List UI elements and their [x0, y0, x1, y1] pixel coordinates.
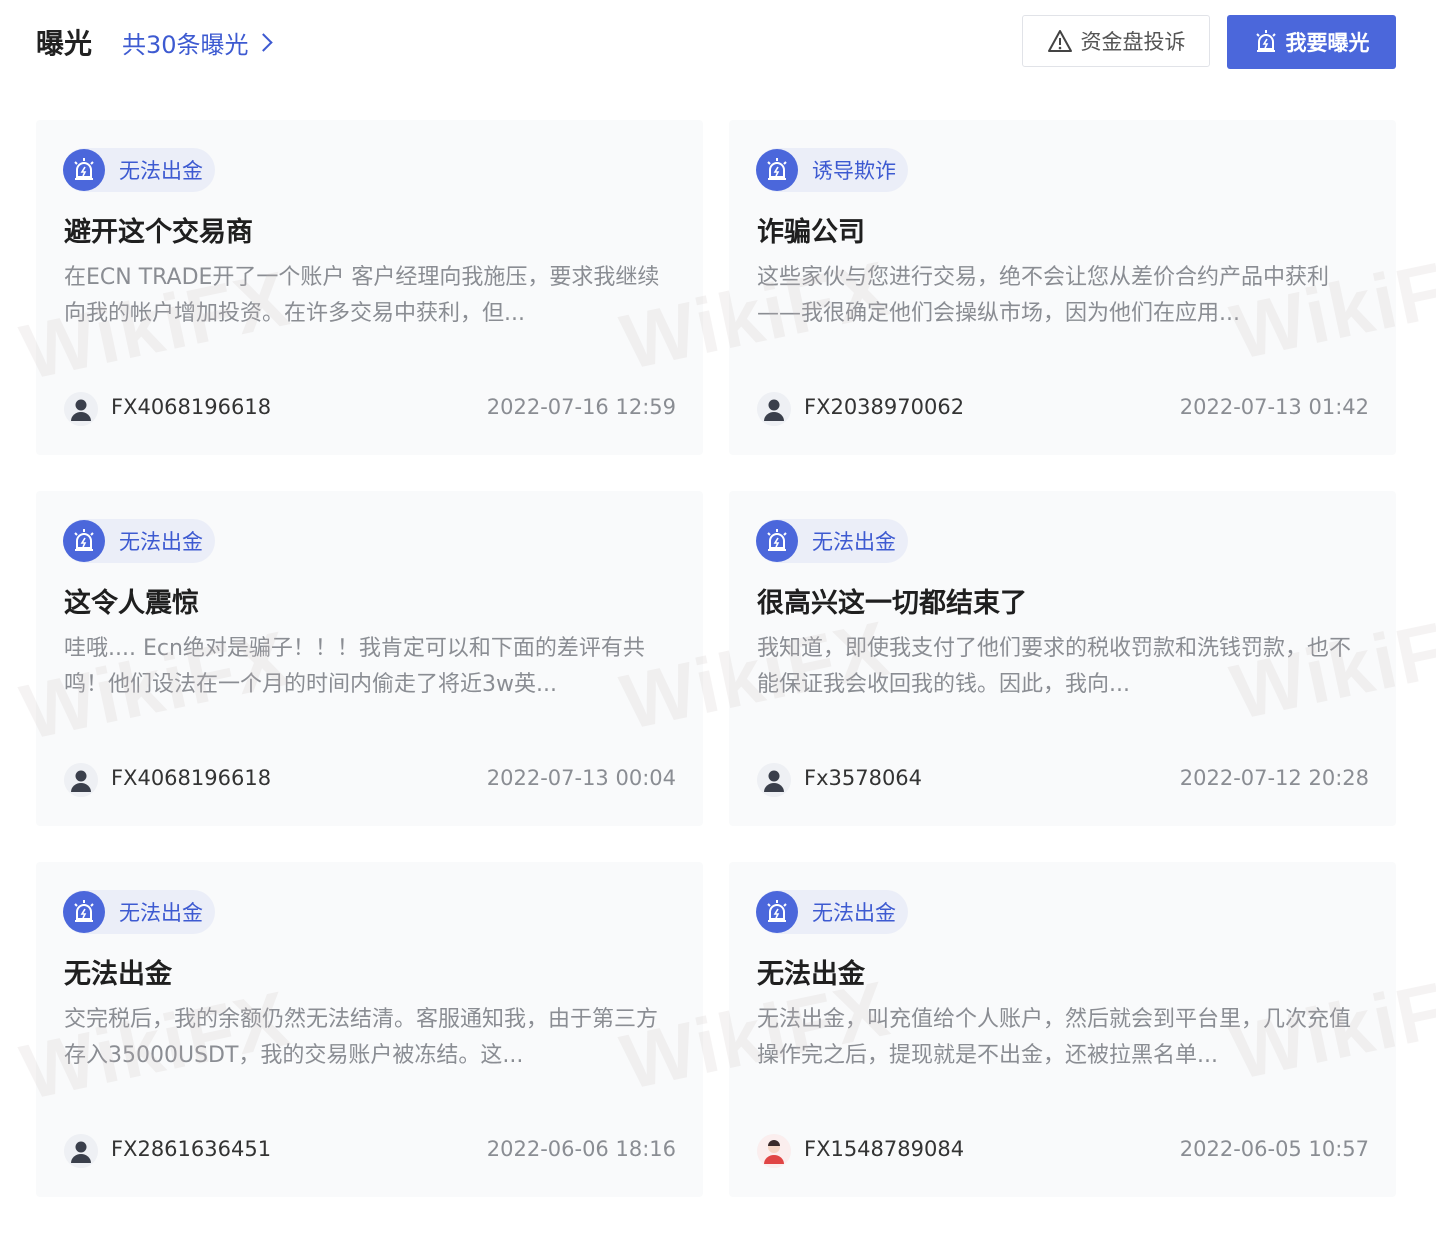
category-tag-label: 无法出金 [119, 530, 203, 554]
exposure-count-link[interactable]: 共30条曝光 [122, 25, 273, 60]
post-date: 2022-06-05 10:57 [1179, 1137, 1369, 1161]
category-tag-label: 无法出金 [812, 530, 896, 554]
post-date: 2022-06-06 18:16 [486, 1137, 676, 1161]
card-footer: FX4068196618 2022-07-13 00:04 [64, 763, 676, 799]
expose-label: 我要曝光 [1285, 31, 1370, 55]
default-avatar-icon [757, 392, 791, 426]
default-avatar-icon [64, 1134, 98, 1168]
category-tag: 无法出金 [63, 890, 215, 934]
user-id: FX2861636451 [111, 1137, 272, 1161]
post-date: 2022-07-12 20:28 [1179, 766, 1369, 790]
card-title: 很高兴这一切都结束了 [757, 588, 1027, 619]
fund-complaint-button[interactable]: 资金盘投诉 [1022, 15, 1210, 67]
user-id: FX4068196618 [111, 766, 272, 790]
user-avatar-icon [757, 1134, 791, 1168]
category-tag-label: 无法出金 [119, 159, 203, 183]
category-tag-label: 诱导欺诈 [812, 159, 896, 183]
post-date: 2022-07-13 00:04 [486, 766, 676, 790]
alarm-icon [756, 149, 798, 191]
card-footer: FX1548789084 2022-06-05 10:57 [757, 1134, 1369, 1170]
card-title: 避开这个交易商 [64, 217, 253, 248]
alarm-icon [63, 891, 105, 933]
exposure-card[interactable]: 无法出金 无法出金 无法出金，叫充值给个人账户，然后就会到平台里，几次充值操作完之后… [729, 862, 1396, 1197]
alarm-icon [756, 891, 798, 933]
card-description: 在ECN TRADE开了一个账户 客户经理向我施压，要求我继续向我的帐户增加投资… [64, 265, 660, 326]
category-tag-label: 无法出金 [812, 901, 896, 925]
card-footer: FX4068196618 2022-07-16 12:59 [64, 392, 676, 428]
user-id: FX1548789084 [804, 1137, 965, 1161]
category-tag: 无法出金 [756, 890, 908, 934]
expose-button[interactable]: 我要曝光 [1227, 15, 1396, 69]
exposure-card[interactable]: 诱导欺诈诈骗公司这些家伙与您进行交易，绝不会让您从差价合约产品中获利——我很确定… [729, 120, 1396, 455]
alarm-icon [63, 520, 105, 562]
category-tag: 无法出金 [63, 148, 215, 192]
default-avatar-icon [757, 763, 791, 797]
category-tag: 诱导欺诈 [756, 148, 908, 192]
user-id: Fx3578064 [804, 766, 923, 790]
page-header: 曝光 共30条曝光 资金盘投诉 我要曝光 [0, 0, 1436, 90]
card-description: 交完税后，我的余额仍然无法结清。客服通知我，由于第三方存入35000USDT，我… [64, 1007, 659, 1068]
category-tag: 无法出金 [756, 519, 908, 563]
card-title: 诈骗公司 [757, 217, 865, 248]
post-date: 2022-07-13 01:42 [1179, 395, 1369, 419]
card-footer: Fx3578064 2022-07-12 20:28 [757, 763, 1369, 799]
warning-icon [1047, 30, 1072, 52]
card-description: 这些家伙与您进行交易，绝不会让您从差价合约产品中获利——我很确定他们会操纵市场，… [757, 265, 1330, 326]
user-id: FX2038970062 [804, 395, 965, 419]
category-tag-label: 无法出金 [119, 901, 203, 925]
exposure-card[interactable]: 无法出金 无法出金 交完税后，我的余额仍然无法结清。客服通知我，由于第三方存入350… [36, 862, 703, 1197]
exposure-count-label: 共30条曝光 [122, 31, 249, 59]
category-tag: 无法出金 [63, 519, 215, 563]
exposure-card[interactable]: 无法出金这令人震惊哇哦.... Ecn绝对是骗子！！！我肯定可以和下面的差评有共… [36, 491, 703, 826]
default-avatar-icon [64, 392, 98, 426]
card-description: 哇哦.... Ecn绝对是骗子！！！我肯定可以和下面的差评有共鸣！他们设法在一个… [64, 636, 645, 697]
card-footer: FX2038970062 2022-07-13 01:42 [757, 392, 1369, 428]
card-footer: FX2861636451 2022-06-06 18:16 [64, 1134, 676, 1170]
card-title: 无法出金 [64, 959, 172, 990]
chevron-right-icon [253, 33, 273, 52]
fund-complaint-label: 资金盘投诉 [1080, 30, 1186, 54]
alarm-icon [63, 149, 105, 191]
exposure-card[interactable]: 无法出金很高兴这一切都结束了我知道，即使我支付了他们要求的税收罚款和洗钱罚款，也… [729, 491, 1396, 826]
exposure-card[interactable]: 无法出金避开这个交易商在ECN TRADE开了一个账户 客户经理向我施压，要求我… [36, 120, 703, 455]
card-title: 无法出金 [757, 959, 865, 990]
default-avatar-icon [64, 763, 98, 797]
user-id: FX4068196618 [111, 395, 272, 419]
page-title: 曝光 [36, 27, 93, 60]
alarm-icon [756, 520, 798, 562]
card-description: 无法出金，叫充值给个人账户，然后就会到平台里，几次充值操作完之后，提现就是不出金… [757, 1007, 1352, 1068]
alarm-icon [1255, 30, 1276, 52]
card-description: 我知道，即使我支付了他们要求的税收罚款和洗钱罚款，也不能保证我会收回我的钱。因此… [757, 636, 1352, 697]
card-title: 这令人震惊 [64, 588, 199, 619]
post-date: 2022-07-16 12:59 [486, 395, 676, 419]
